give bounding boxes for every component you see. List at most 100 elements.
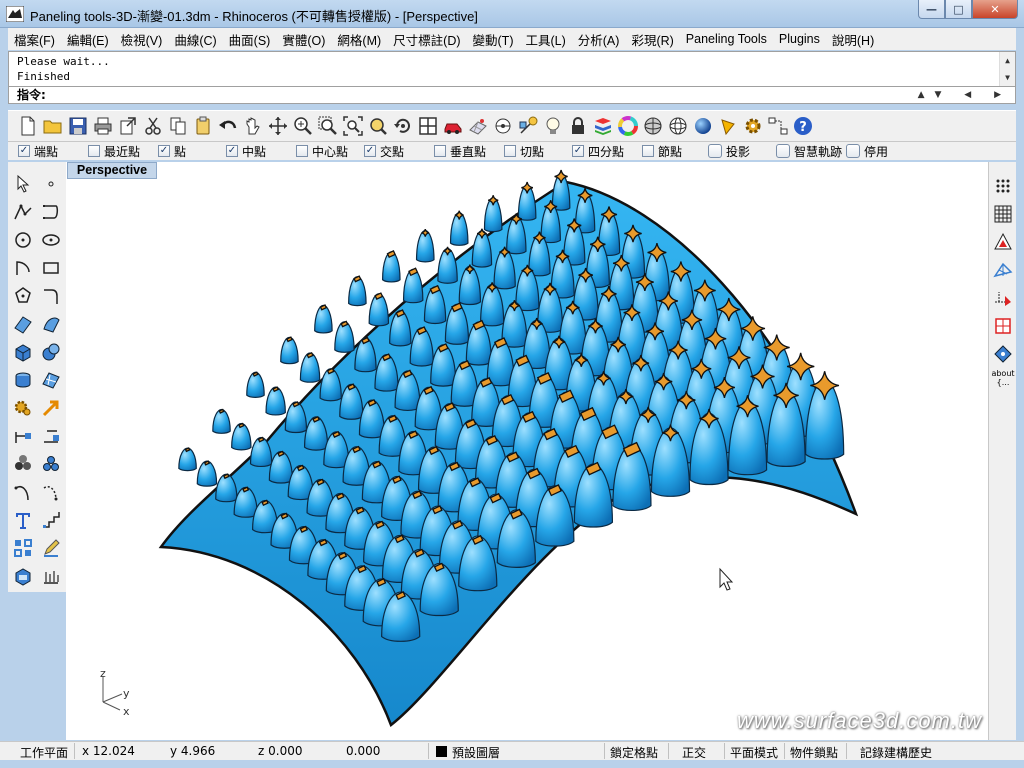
text-object-icon[interactable] [39,424,63,448]
group-objects-icon[interactable] [11,452,35,476]
grid-snap-toggle[interactable]: 鎖定格點 [610,744,658,761]
morph-diamond-icon[interactable] [991,342,1015,366]
select-arrow-icon[interactable] [11,172,35,196]
scroll-up-arrow-icon[interactable]: ▲ [1000,52,1015,69]
curve-control-points-icon[interactable] [39,200,63,224]
render-sphere-icon[interactable] [691,114,715,138]
rhino-app-icon[interactable] [6,6,24,22]
cplane-icon[interactable] [491,114,515,138]
block-layout-icon[interactable] [11,536,35,560]
osnap-near[interactable]: 最近點 [88,143,140,160]
help-icon[interactable]: ? [791,114,815,138]
curve-points-on-icon[interactable] [39,480,63,504]
rebuild-curve-icon[interactable] [11,480,35,504]
menu-transform[interactable]: 變動(T) [467,30,520,49]
grid-plane-icon[interactable] [466,114,490,138]
wireframe-sphere-icon[interactable] [666,114,690,138]
checkbox-checked-icon[interactable]: ✓ [364,145,376,157]
panel-box-icon[interactable] [991,314,1015,338]
polyline-icon[interactable] [11,200,35,224]
array-spheres-icon[interactable] [39,452,63,476]
step-curve-icon[interactable] [39,508,63,532]
toggle-unchecked-icon[interactable] [708,144,722,158]
osnap-end[interactable]: ✓ 端點 [18,143,58,160]
analyze-bars-icon[interactable] [39,564,63,588]
menu-curve[interactable]: 曲線(C) [168,30,222,49]
menu-view[interactable]: 檢視(V) [115,30,169,49]
pan-hand-icon[interactable] [241,114,265,138]
menu-tools[interactable]: 工具(L) [519,30,571,49]
toggle-unchecked-icon[interactable] [846,144,860,158]
fillet-curve-icon[interactable] [39,284,63,308]
menu-help[interactable]: 說明(H) [826,30,880,49]
print-icon[interactable] [91,114,115,138]
menu-edit[interactable]: 編輯(E) [61,30,115,49]
osnap-perpendicular[interactable]: 垂直點 [434,143,486,160]
color-wheel-icon[interactable] [616,114,640,138]
osnap-disable[interactable]: 停用 [846,143,888,160]
surface-grid-icon[interactable] [991,258,1015,282]
solid-tools-icon[interactable] [11,564,35,588]
layer-color-swatch[interactable] [436,746,447,757]
dense-grid-icon[interactable] [991,202,1015,226]
lock-icon[interactable] [566,114,590,138]
new-file-icon[interactable] [16,114,40,138]
osnap-intersection[interactable]: ✓ 交點 [364,143,404,160]
checkbox-checked-icon[interactable]: ✓ [18,145,30,157]
menu-analyze[interactable]: 分析(A) [572,30,626,49]
gear-options-icon[interactable] [741,114,765,138]
osnap-knot[interactable]: 節點 [642,143,682,160]
menu-file[interactable]: 檔案(F) [8,30,61,49]
record-history-toggle[interactable]: 記錄建構歷史 [860,744,932,761]
save-disk-icon[interactable] [66,114,90,138]
scroll-down-arrow-icon[interactable]: ▼ [1000,69,1015,86]
rotate-camera-icon[interactable] [391,114,415,138]
close-button[interactable]: ✕ [972,0,1018,19]
command-nav-arrows-icon[interactable]: ▲▼ ◀ ▶ [918,87,1011,103]
ortho-toggle[interactable]: 正交 [682,744,706,761]
minimize-button[interactable]: — [918,0,945,19]
circle-icon[interactable] [11,228,35,252]
extrude-icon[interactable] [11,368,35,392]
cut-scissors-icon[interactable] [141,114,165,138]
menu-paneling-tools[interactable]: Paneling Tools [680,32,773,46]
surface-edges-icon[interactable] [39,312,63,336]
menu-render[interactable]: 彩現(R) [625,30,679,49]
dimension-icon[interactable] [11,424,35,448]
polygon-icon[interactable] [11,284,35,308]
light-bulb-icon[interactable] [541,114,565,138]
shaded-sphere-icon[interactable] [641,114,665,138]
checkbox-unchecked-icon[interactable] [504,145,516,157]
undo-icon[interactable] [216,114,240,138]
paste-icon[interactable] [191,114,215,138]
named-views-icon[interactable] [516,114,540,138]
viewport-title-tab[interactable]: Perspective [67,162,157,179]
sun-icon[interactable] [716,114,740,138]
layer-icon[interactable] [591,114,615,138]
move-arrow-icon[interactable] [39,396,63,420]
zoom-extents-icon[interactable] [341,114,365,138]
menu-solid[interactable]: 實體(O) [276,30,331,49]
menu-mesh[interactable]: 網格(M) [331,30,387,49]
checkbox-unchecked-icon[interactable] [88,145,100,157]
export-icon[interactable] [116,114,140,138]
box-solid-icon[interactable] [11,340,35,364]
rotate-view-icon[interactable] [266,114,290,138]
zoom-dynamic-icon[interactable] [291,114,315,138]
open-folder-icon[interactable] [41,114,65,138]
about-button[interactable]: about {... [991,369,1015,387]
osnap-point[interactable]: ✓ 點 [158,143,186,160]
osnap-toggle[interactable]: 物件鎖點 [790,744,838,761]
menu-dimension[interactable]: 尺寸標註(D) [387,30,466,49]
mesh-icon[interactable] [39,368,63,392]
menu-surface[interactable]: 曲面(S) [223,30,277,49]
planar-toggle[interactable]: 平面模式 [730,744,778,761]
paneled-surface-model[interactable]: z y x [66,162,988,740]
flowchart-icon[interactable] [766,114,790,138]
command-input[interactable]: 指令: ▲▼ ◀ ▶ [8,87,1016,104]
osnap-quadrant[interactable]: ✓ 四分點 [572,143,624,160]
checkbox-unchecked-icon[interactable] [434,145,446,157]
toggle-unchecked-icon[interactable] [776,144,790,158]
ellipse-icon[interactable] [39,228,63,252]
boolean-union-icon[interactable] [39,340,63,364]
